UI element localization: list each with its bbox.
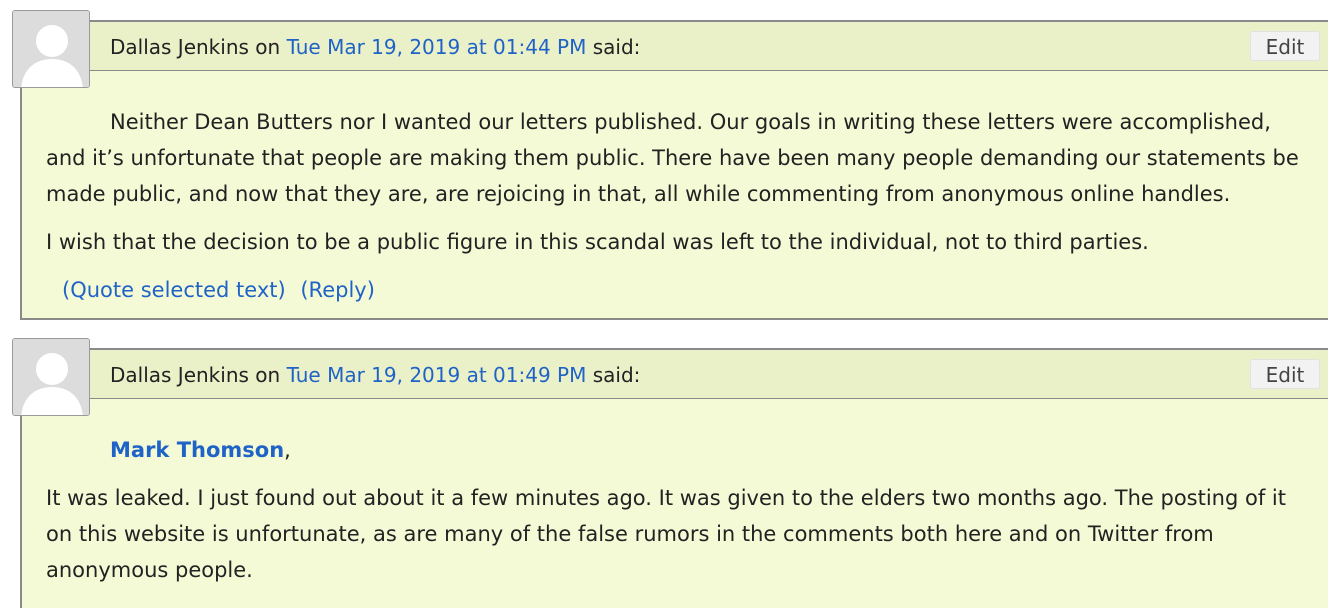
author-name: Dallas Jenkins: [110, 35, 249, 59]
quote-selected-text-link[interactable]: (Quote selected text): [62, 278, 286, 302]
user-mention-link[interactable]: Mark Thomson: [110, 438, 284, 462]
comment-header: Dallas Jenkins on Tue Mar 19, 2019 at 01…: [12, 10, 1328, 88]
avatar: [12, 338, 90, 416]
reply-link[interactable]: (Reply): [300, 278, 375, 302]
user-silhouette-icon: [13, 11, 89, 87]
comment: Dallas Jenkins on Tue Mar 19, 2019 at 01…: [12, 338, 1328, 608]
comment-paragraph: Neither Dean Butters nor I wanted our le…: [46, 110, 1299, 206]
mention-line: Mark Thomson,: [46, 432, 1304, 468]
on-text: on: [248, 35, 287, 59]
comment-date-link[interactable]: Tue Mar 19, 2019 at 01:44 PM: [287, 35, 587, 59]
avatar: [12, 10, 90, 88]
user-silhouette-icon: [13, 339, 89, 415]
comment-header: Dallas Jenkins on Tue Mar 19, 2019 at 01…: [12, 338, 1328, 416]
edit-button[interactable]: Edit: [1250, 31, 1320, 61]
comment-paragraph: It was leaked. I just found out about it…: [46, 486, 1286, 582]
comment-actions: (Quote selected text) (Reply): [62, 272, 383, 308]
mention-suffix: ,: [284, 438, 291, 462]
edit-button[interactable]: Edit: [1250, 359, 1320, 389]
comment-body: Mark Thomson, It was leaked. I just foun…: [46, 432, 1304, 588]
comment-meta: Dallas Jenkins on Tue Mar 19, 2019 at 01…: [110, 35, 640, 59]
on-text: on: [248, 363, 287, 387]
comment: Dallas Jenkins on Tue Mar 19, 2019 at 01…: [12, 10, 1328, 320]
comment-date-link[interactable]: Tue Mar 19, 2019 at 01:49 PM: [287, 363, 587, 387]
author-name: Dallas Jenkins: [110, 363, 249, 387]
comment-body: Neither Dean Butters nor I wanted our le…: [46, 104, 1304, 260]
said-text: said:: [586, 35, 641, 59]
comment-paragraph: I wish that the decision to be a public …: [46, 230, 1149, 254]
comment-meta: Dallas Jenkins on Tue Mar 19, 2019 at 01…: [110, 363, 640, 387]
said-text: said:: [586, 363, 641, 387]
